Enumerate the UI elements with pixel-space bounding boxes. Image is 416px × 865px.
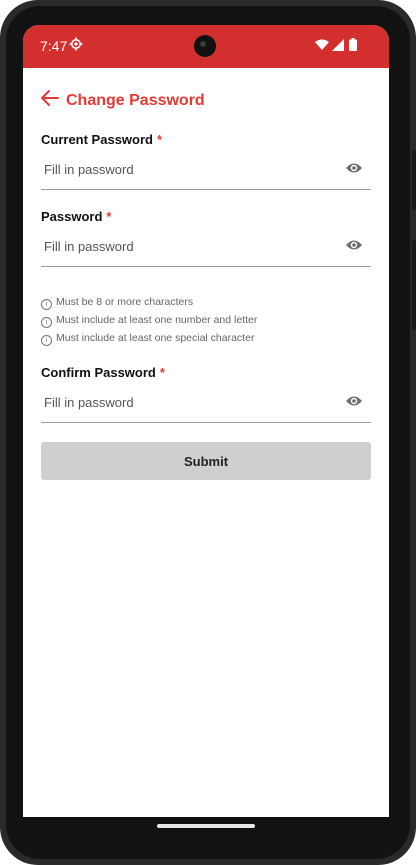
password-hint-text: Must include at least one special charac… — [56, 332, 255, 344]
arrow-left-icon — [41, 90, 59, 106]
confirm-password-label-text: Confirm Password — [41, 365, 156, 380]
home-gesture-handle[interactable] — [157, 824, 255, 828]
password-hint-text: Must include at least one number and let… — [56, 314, 258, 326]
current-password-label-text: Current Password — [41, 132, 153, 147]
wifi-icon — [315, 39, 329, 50]
eye-icon[interactable] — [345, 394, 363, 408]
battery-icon — [349, 38, 357, 51]
navigation-bar — [23, 817, 389, 837]
screen: 7:47 Change Password Current Password * … — [23, 25, 389, 837]
password-hint: i Must include at least one special chara… — [41, 332, 254, 346]
volume-button — [412, 240, 416, 330]
current-password-label: Current Password * — [41, 132, 162, 147]
status-icons — [315, 38, 365, 53]
required-mark: * — [159, 365, 165, 380]
page-title: Change Password — [66, 92, 205, 109]
current-password-input[interactable] — [44, 158, 324, 180]
submit-button[interactable]: Submit — [41, 442, 371, 480]
signal-icon — [332, 39, 344, 51]
password-field — [41, 227, 371, 267]
info-icon: i — [41, 299, 52, 310]
settings-gear-icon — [69, 37, 83, 51]
required-mark: * — [156, 132, 163, 147]
info-icon: i — [41, 335, 52, 346]
back-button[interactable] — [40, 88, 62, 110]
confirm-password-input[interactable] — [44, 391, 324, 413]
status-bar: 7:47 — [23, 25, 389, 68]
required-mark: * — [106, 209, 112, 224]
eye-icon[interactable] — [345, 238, 363, 252]
status-time: 7:47 — [40, 38, 68, 54]
page-header: Change Password — [40, 88, 340, 116]
password-label-text: Password — [41, 209, 103, 224]
password-label: Password * — [41, 209, 111, 224]
confirm-password-field — [41, 383, 371, 423]
current-password-field — [41, 150, 371, 190]
power-button — [412, 150, 416, 210]
change-password-page: Change Password Current Password * Passwo… — [23, 68, 389, 818]
info-icon: i — [41, 317, 52, 328]
eye-icon[interactable] — [345, 161, 363, 175]
password-hint-text: Must be 8 or more characters — [56, 296, 194, 308]
confirm-password-label: Confirm Password * — [41, 365, 165, 380]
password-hint: i Must include at least one number and le… — [41, 314, 257, 328]
password-input[interactable] — [44, 235, 324, 257]
password-hint: i Must be 8 or more characters — [41, 296, 193, 310]
camera-cutout — [194, 35, 216, 57]
